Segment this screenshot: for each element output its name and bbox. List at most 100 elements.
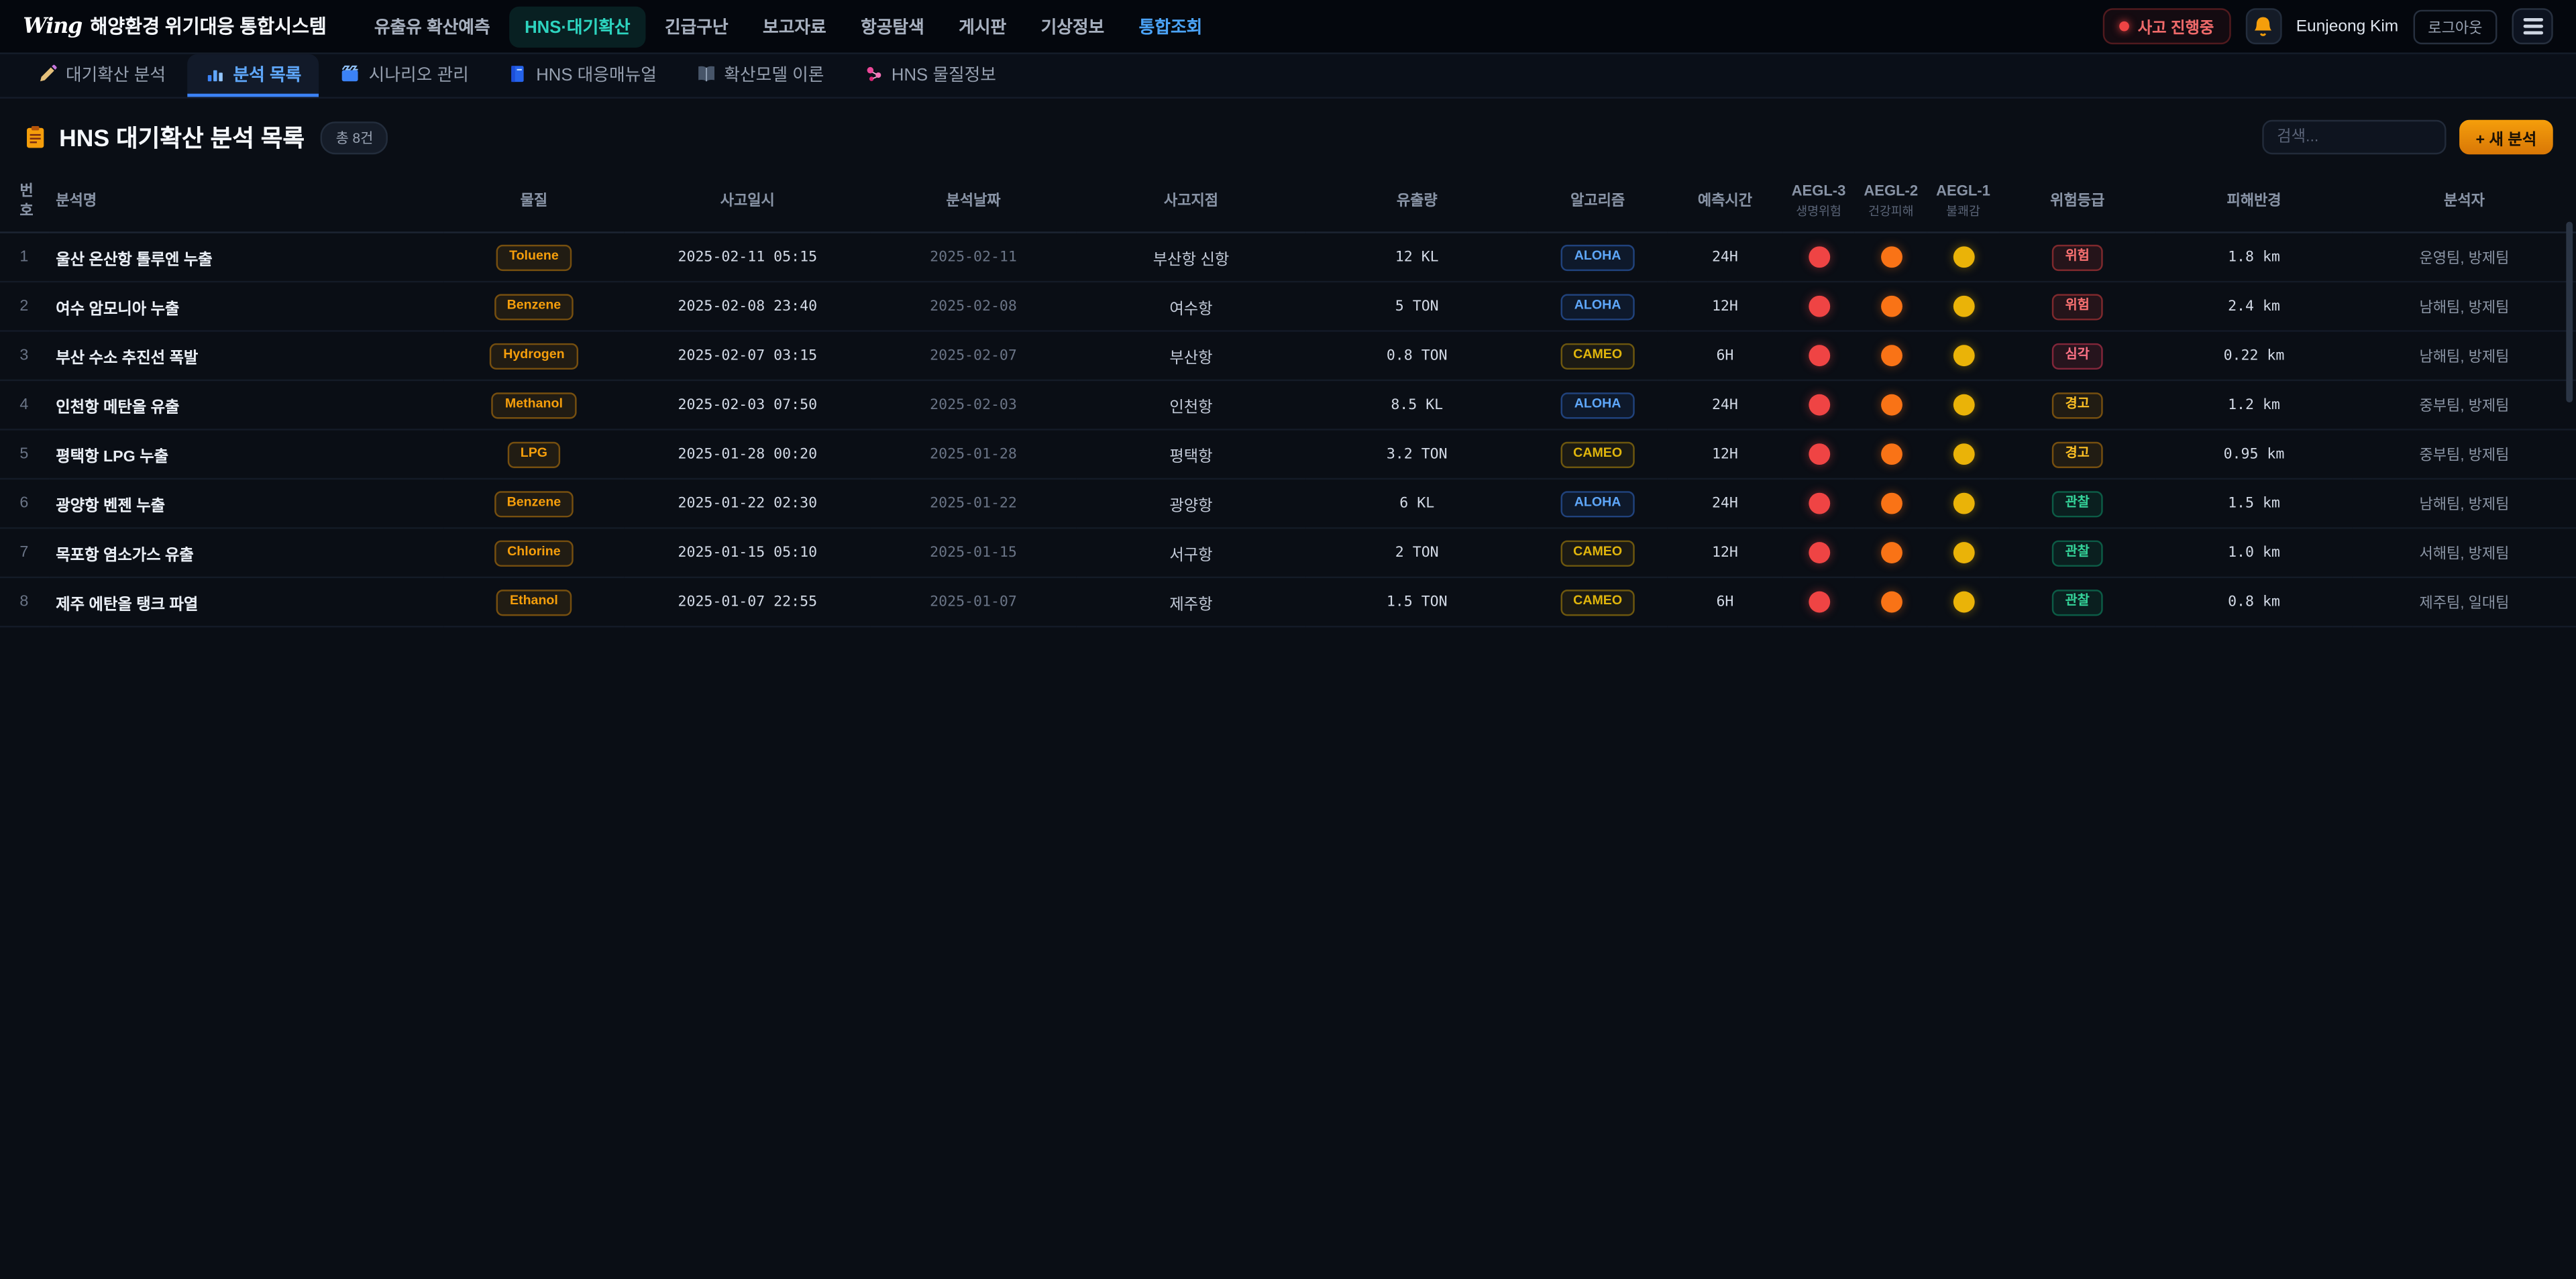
analysis-date: 2025-01-15 <box>871 529 1076 577</box>
aegl2-indicator-icon <box>1880 543 1902 564</box>
risk-badge: 관찰 <box>2052 541 2102 567</box>
forecast-duration: 24H <box>1668 233 1782 282</box>
spill-amount: 3.2 TON <box>1306 430 1528 479</box>
risk-badge: 관찰 <box>2052 590 2102 616</box>
analysis-table-body: 1 울산 온산항 톨루엔 누출 Toluene 2025-02-11 05:15… <box>0 233 2576 627</box>
col-aegl2: AEGL-2건강피해 <box>1855 171 1927 233</box>
forecast-duration: 24H <box>1668 381 1782 430</box>
risk-badge: 경고 <box>2052 392 2102 419</box>
search-input[interactable] <box>2262 120 2446 154</box>
total-count-badge: 총 8건 <box>321 121 388 154</box>
aegl2-indicator-icon <box>1880 296 1902 318</box>
analysis-name: 울산 온산항 톨루엔 누출 <box>49 233 443 282</box>
aegl3-indicator-icon <box>1808 395 1829 416</box>
incident-location: 서구항 <box>1076 529 1306 577</box>
risk-badge: 위험 <box>2052 245 2102 271</box>
algorithm-badge: ALOHA <box>1561 294 1634 320</box>
nav-item[interactable]: 긴급구난 <box>650 6 743 47</box>
table-row[interactable]: 1 울산 온산항 톨루엔 누출 Toluene 2025-02-11 05:15… <box>0 233 2576 282</box>
incident-location: 부산항 신항 <box>1076 233 1306 282</box>
tab[interactable]: 대기확산 분석 <box>19 54 184 97</box>
nav-item[interactable]: HNS·대기확산 <box>510 6 645 47</box>
damage-radius: 0.95 km <box>2155 430 2353 479</box>
nav-item[interactable]: 통합조회 <box>1124 6 1218 47</box>
tab[interactable]: 확산모델 이론 <box>678 54 843 97</box>
forecast-duration: 12H <box>1668 430 1782 479</box>
bell-icon <box>2251 14 2275 39</box>
analysis-name: 인천항 메탄올 유출 <box>49 381 443 430</box>
nav-item[interactable]: 게시판 <box>944 6 1021 47</box>
logout-button[interactable]: 로그아웃 <box>2413 9 2497 43</box>
table-row[interactable]: 4 인천항 메탄올 유출 Methanol 2025-02-03 07:50 2… <box>0 381 2576 430</box>
analyst: 서해팀, 방제팀 <box>2353 529 2576 577</box>
app-root: Wing 해양환경 위기대응 통합시스템 유출유 확산예측HNS·대기확산긴급구… <box>0 0 2576 1279</box>
user-name: Eunjeong Kim <box>2296 17 2398 36</box>
algorithm-badge: ALOHA <box>1561 392 1634 419</box>
table-row[interactable]: 8 제주 에탄올 탱크 파열 Ethanol 2025-01-07 22:55 … <box>0 578 2576 627</box>
analysis-date: 2025-02-03 <box>871 381 1076 430</box>
tab[interactable]: HNS 물질정보 <box>845 54 1014 97</box>
tab[interactable]: 분석 목록 <box>187 54 319 97</box>
algorithm-badge: CAMEO <box>1560 541 1635 567</box>
hamburger-menu-icon[interactable] <box>2512 8 2553 44</box>
brand[interactable]: Wing 해양환경 위기대응 통합시스템 <box>23 13 327 40</box>
incident-datetime: 2025-01-22 02:30 <box>625 480 871 529</box>
table-row[interactable]: 5 평택항 LPG 누출 LPG 2025-01-28 00:20 2025-0… <box>0 430 2576 479</box>
notifications-button[interactable] <box>2245 8 2282 44</box>
aegl1-indicator-icon <box>1953 592 1974 614</box>
substance-badge: Ethanol <box>496 590 571 616</box>
incident-datetime: 2025-02-11 05:15 <box>625 233 871 282</box>
col-incident-datetime: 사고일시 <box>625 171 871 233</box>
table-row[interactable]: 7 목포항 염소가스 유출 Chlorine 2025-01-15 05:10 … <box>0 529 2576 577</box>
col-analyst: 분석자 <box>2353 171 2576 233</box>
new-analysis-button[interactable]: + 새 분석 <box>2459 120 2553 154</box>
tab-label: HNS 물질정보 <box>892 62 996 87</box>
nav-item[interactable]: 항공탐색 <box>846 6 939 47</box>
algorithm-badge: CAMEO <box>1560 442 1635 468</box>
analyst: 중부팀, 방제팀 <box>2353 430 2576 479</box>
col-aegl1: AEGL-1불쾌감 <box>1927 171 2000 233</box>
analysis-name: 평택항 LPG 누출 <box>49 430 443 479</box>
damage-radius: 1.2 km <box>2155 381 2353 430</box>
nav-item[interactable]: 기상정보 <box>1026 6 1120 47</box>
spill-amount: 8.5 KL <box>1306 381 1528 430</box>
forecast-duration: 6H <box>1668 578 1782 627</box>
tab-label: 확산모델 이론 <box>724 62 824 87</box>
clipboard-icon <box>23 125 48 150</box>
col-analysis-date: 분석날짜 <box>871 171 1076 233</box>
table-row[interactable]: 6 광양항 벤젠 누출 Benzene 2025-01-22 02:30 202… <box>0 480 2576 529</box>
table-row[interactable]: 3 부산 수소 추진선 폭발 Hydrogen 2025-02-07 03:15… <box>0 331 2576 380</box>
tab[interactable]: 시나리오 관리 <box>323 54 487 97</box>
tab[interactable]: HNS 대응매뉴얼 <box>490 54 675 97</box>
analyst: 중부팀, 방제팀 <box>2353 381 2576 430</box>
tab-bar: 대기확산 분석 분석 목록 시나리오 관리 HNS 대응매뉴얼 확산모델 이론 … <box>0 54 2576 99</box>
aegl2-indicator-icon <box>1880 345 1902 367</box>
aegl3-indicator-icon <box>1808 592 1829 614</box>
col-amount: 유출량 <box>1306 171 1528 233</box>
aegl2-indicator-icon <box>1880 444 1902 465</box>
scrollbar[interactable] <box>2566 222 2573 402</box>
analysis-table: 번호 분석명 물질 사고일시 분석날짜 사고지점 유출량 알고리즘 예측시간 A… <box>0 171 2576 628</box>
aegl3-indicator-icon <box>1808 494 1829 515</box>
col-algorithm: 알고리즘 <box>1528 171 1668 233</box>
col-risk: 위험등급 <box>1999 171 2155 233</box>
top-navigation: Wing 해양환경 위기대응 통합시스템 유출유 확산예측HNS·대기확산긴급구… <box>0 0 2576 54</box>
substance-badge: Benzene <box>494 491 574 517</box>
col-aegl3: AEGL-3생명위험 <box>1782 171 1855 233</box>
forecast-duration: 6H <box>1668 331 1782 380</box>
aegl1-indicator-icon <box>1953 395 1974 416</box>
nav-item[interactable]: 보고자료 <box>748 6 841 47</box>
spill-amount: 0.8 TON <box>1306 331 1528 380</box>
substance-icon <box>863 64 883 84</box>
spill-amount: 12 KL <box>1306 233 1528 282</box>
chart-icon <box>205 64 225 84</box>
col-duration: 예측시간 <box>1668 171 1782 233</box>
table-row[interactable]: 2 여수 암모니아 누출 Benzene 2025-02-08 23:40 20… <box>0 282 2576 331</box>
forecast-duration: 12H <box>1668 282 1782 331</box>
nav-item[interactable]: 유출유 확산예측 <box>360 6 505 47</box>
analysis-name: 목포항 염소가스 유출 <box>49 529 443 577</box>
col-analysis-name: 분석명 <box>49 171 443 233</box>
manual-icon <box>508 64 528 84</box>
main-nav: 유출유 확산예측HNS·대기확산긴급구난보고자료항공탐색게시판기상정보통합조회 <box>360 6 1217 47</box>
risk-badge: 심각 <box>2052 343 2102 370</box>
